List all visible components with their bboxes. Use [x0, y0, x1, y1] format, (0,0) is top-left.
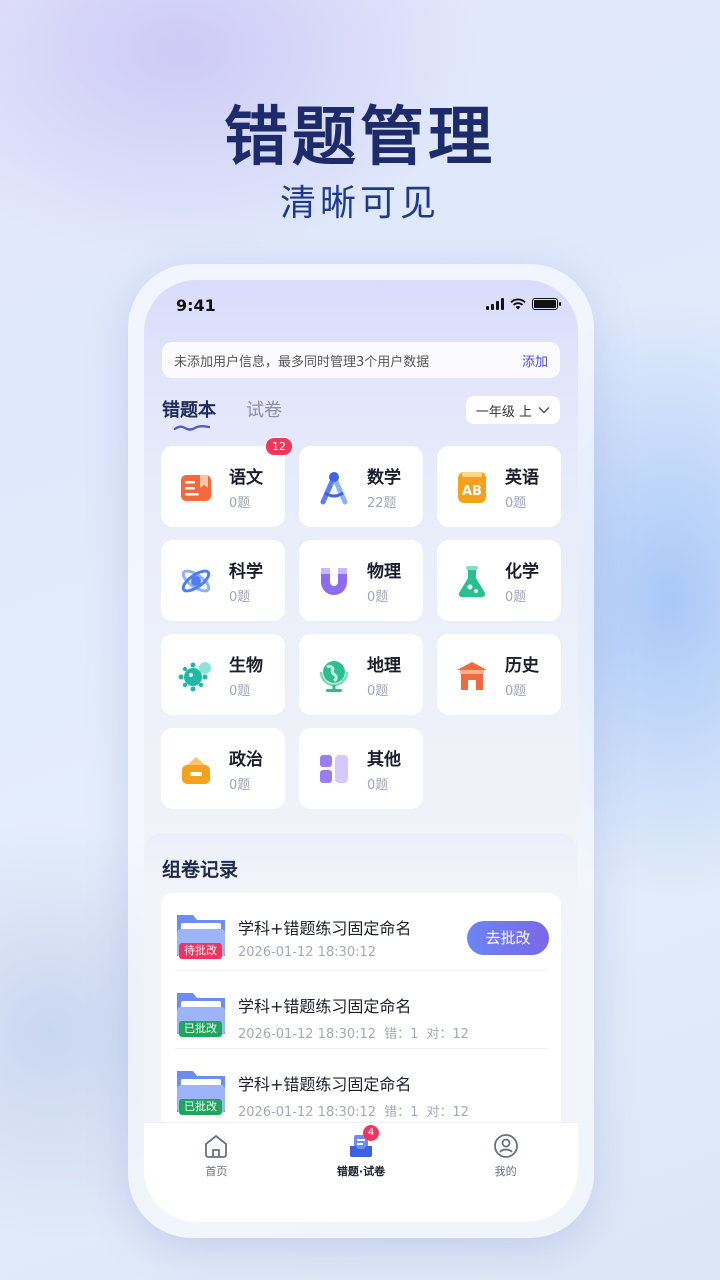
list-item[interactable]: 已批改 学科+错题练习固定命名 2026-01-12 18:30:12 错：1 对：… [175, 971, 547, 1049]
subject-card-chemistry[interactable]: 化学 0题 [437, 540, 561, 621]
list-item[interactable]: 已批改 学科+错题练习固定命名 2026-01-12 18:30:12 错：1 对：… [175, 1049, 547, 1127]
signal-icon [486, 298, 504, 310]
grade-button[interactable]: 去批改 [467, 921, 549, 955]
battery-icon [532, 298, 561, 310]
subject-count: 22题 [367, 495, 397, 511]
magnet-icon [315, 562, 353, 600]
grade-label: 一年级 上 [475, 404, 532, 420]
atom-icon [177, 562, 215, 600]
notification-badge: 4 [363, 1125, 379, 1141]
paper-records-section: 组卷记录 待批改 学科+错题练习固定命名 2026-01-12 18:30:12… [144, 833, 578, 1153]
status-badge: 已批改 [179, 1021, 222, 1037]
svg-text:AB: AB [462, 484, 482, 499]
add-user-link[interactable]: 添加 [522, 351, 548, 370]
tab-exam-paper[interactable]: 试卷 [246, 396, 282, 422]
active-tab-indicator [174, 425, 210, 431]
subject-name: 数学 [367, 467, 401, 488]
user-notice-bar: 未添加用户信息，最多同时管理3个用户数据 添加 [162, 342, 560, 378]
subject-count: 0题 [367, 683, 389, 699]
subject-count: 0题 [229, 777, 251, 793]
record-meta: 2026-01-12 18:30:12 错：1 对：12 [238, 1105, 469, 1120]
record-name: 学科+错题练习固定命名 [238, 919, 412, 938]
subject-grid: 12 语文 0题 数学 22题 AB 英语 0题 科学 0题 物理 0题 化学 … [161, 437, 561, 809]
ab-icon: AB [453, 468, 491, 506]
subject-name: 语文 [229, 467, 263, 488]
subject-count: 0题 [367, 777, 389, 793]
tab-home[interactable]: 首页 [144, 1123, 289, 1222]
tab-profile[interactable]: 我的 [433, 1123, 578, 1222]
building-icon [177, 750, 215, 788]
subject-name: 化学 [505, 561, 539, 582]
tab-label: 错题·试卷 [336, 1165, 386, 1178]
subject-card-other[interactable]: 其他 0题 [299, 728, 423, 809]
subject-card-politics[interactable]: 政治 0题 [161, 728, 285, 809]
record-name: 学科+错题练习固定命名 [238, 1075, 412, 1094]
tab-mistakes-papers[interactable]: 4 错题·试卷 [289, 1123, 434, 1222]
subject-name: 物理 [367, 561, 401, 582]
subject-count: 0题 [229, 683, 251, 699]
subject-count: 0题 [505, 589, 527, 605]
record-name: 学科+错题练习固定命名 [238, 997, 412, 1016]
profile-icon [493, 1134, 518, 1158]
subject-count: 0题 [505, 495, 527, 511]
status-time: 9:41 [176, 296, 216, 315]
subject-name: 生物 [229, 655, 263, 676]
subject-card-physics[interactable]: 物理 0题 [299, 540, 423, 621]
tab-label: 我的 [494, 1165, 517, 1178]
status-badge: 待批改 [179, 943, 222, 959]
globe-icon [315, 656, 353, 694]
subject-card-math[interactable]: 数学 22题 [299, 446, 423, 527]
list-item[interactable]: 待批改 学科+错题练习固定命名 2026-01-12 18:30:12 去批改 [175, 893, 549, 971]
book-icon [177, 468, 215, 506]
subject-count: 0题 [367, 589, 389, 605]
record-meta: 2026-01-12 18:30:12 [238, 945, 377, 960]
subject-card-history[interactable]: 历史 0题 [437, 634, 561, 715]
flask-icon [453, 562, 491, 600]
subject-count: 0题 [229, 495, 251, 511]
blocks-icon [315, 750, 353, 788]
count-badge: 12 [265, 437, 293, 456]
subject-name: 地理 [367, 655, 401, 676]
subject-name: 英语 [505, 467, 539, 488]
notice-text: 未添加用户信息，最多同时管理3个用户数据 [174, 354, 430, 370]
subject-count: 0题 [505, 683, 527, 699]
phone-screen: 9:41 未添加用户信息，最多同时管理3个用户数据 添加 错题本 试卷 一年级 … [144, 280, 578, 1222]
subject-name: 历史 [505, 655, 539, 676]
tabs: 错题本 试卷 [162, 396, 282, 431]
subject-card-geography[interactable]: 地理 0题 [299, 634, 423, 715]
hero-title: 错题管理 [224, 101, 496, 175]
compass-icon [315, 468, 353, 506]
tab-label: 首页 [205, 1165, 228, 1178]
subject-card-chinese[interactable]: 12 语文 0题 [161, 437, 293, 527]
subject-card-science[interactable]: 科学 0题 [161, 540, 285, 621]
record-meta: 2026-01-12 18:30:12 错：1 对：12 [238, 1027, 469, 1042]
bottom-tab-bar: 首页 4 错题·试卷 我的 [144, 1122, 578, 1222]
chevron-down-icon [538, 406, 550, 414]
subject-name: 科学 [229, 561, 263, 582]
tab-mistake-book[interactable]: 错题本 [162, 396, 216, 431]
wifi-icon [510, 298, 526, 310]
hero-subtitle: 清晰可见 [279, 183, 440, 224]
records-list: 待批改 学科+错题练习固定命名 2026-01-12 18:30:12 去批改 … [161, 893, 561, 1133]
grade-selector[interactable]: 一年级 上 [465, 396, 560, 424]
status-badge: 已批改 [179, 1099, 222, 1115]
temple-icon [453, 656, 491, 694]
virus-icon [177, 656, 215, 694]
subject-card-biology[interactable]: 生物 0题 [161, 634, 285, 715]
subject-name: 其他 [367, 749, 401, 770]
subject-card-english[interactable]: AB 英语 0题 [437, 446, 561, 527]
home-icon [205, 1135, 228, 1158]
subject-count: 0题 [229, 589, 251, 605]
section-title: 组卷记录 [162, 859, 239, 881]
subject-name: 政治 [229, 749, 263, 770]
status-bar: 9:41 [144, 296, 578, 320]
